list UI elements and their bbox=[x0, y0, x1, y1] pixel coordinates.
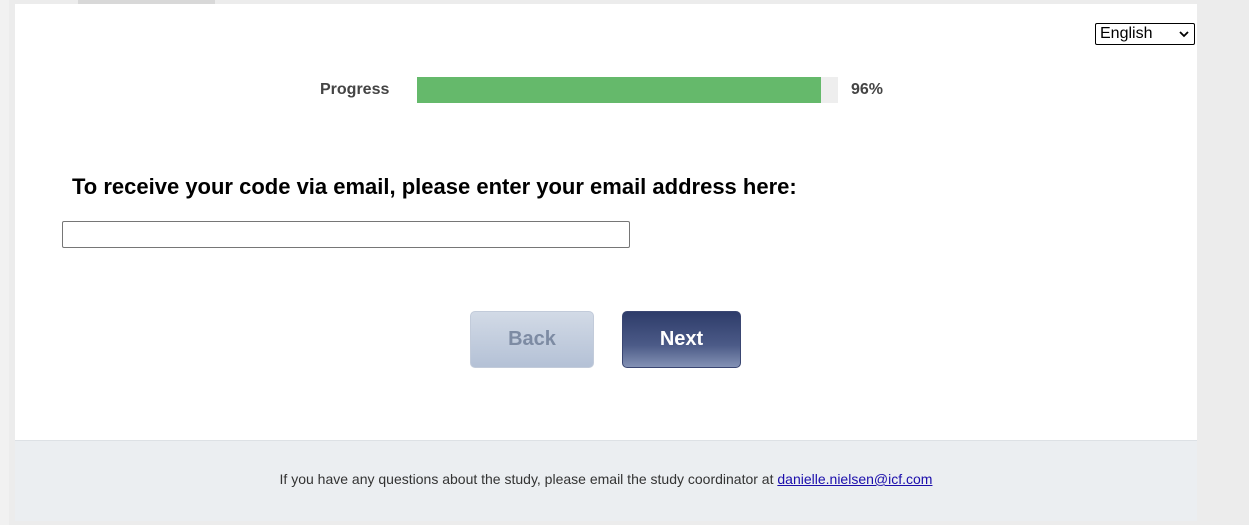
footer-text: If you have any questions about the stud… bbox=[279, 471, 778, 487]
progress-bar bbox=[417, 77, 838, 103]
back-button[interactable]: Back bbox=[470, 311, 594, 368]
email-input[interactable] bbox=[62, 221, 630, 248]
progress-bar-fill bbox=[417, 77, 822, 103]
chevron-down-icon bbox=[1179, 31, 1189, 38]
coordinator-email-link[interactable]: danielle.nielsen@icf.com bbox=[777, 471, 932, 487]
survey-card: English Progress 96% To receive your cod… bbox=[15, 4, 1197, 440]
footer-text-container: If you have any questions about the stud… bbox=[15, 471, 1197, 487]
language-selected-value: English bbox=[1100, 25, 1153, 42]
language-select[interactable]: English bbox=[1095, 23, 1195, 45]
progress-percent: 96% bbox=[851, 81, 884, 98]
progress-label: Progress bbox=[320, 81, 390, 98]
next-button[interactable]: Next bbox=[622, 311, 741, 368]
footer: If you have any questions about the stud… bbox=[15, 440, 1197, 521]
question-text: To receive your code via email, please e… bbox=[72, 174, 797, 199]
page-left-edge bbox=[0, 0, 9, 525]
